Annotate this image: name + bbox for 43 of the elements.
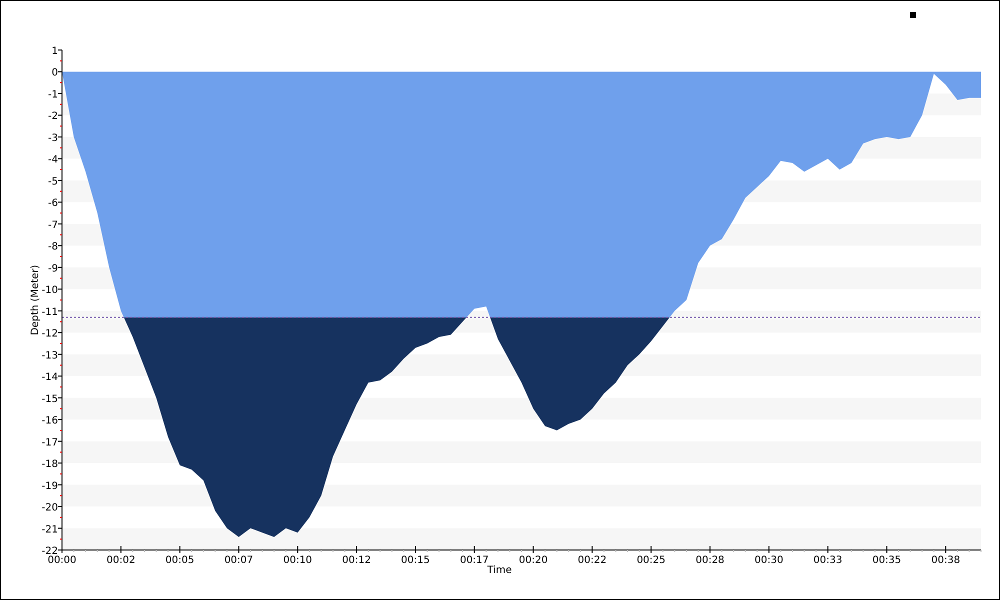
x-tick-label: 00:07 — [224, 555, 254, 566]
legend-marker-icon — [910, 12, 916, 18]
y-tick-label: -7 — [48, 220, 58, 231]
y-tick-label: -17 — [42, 437, 58, 448]
y-tick-label: -18 — [42, 459, 58, 470]
y-tick-label: -20 — [42, 502, 58, 514]
y-tick-label: -3 — [48, 132, 58, 144]
y-tick-label: -21 — [42, 524, 58, 536]
y-tick-label: -15 — [42, 394, 58, 405]
y-tick-label: -5 — [48, 176, 58, 188]
x-tick-label: 00:17 — [460, 555, 489, 566]
x-tick-label: 00:12 — [342, 555, 371, 566]
x-tick-label: 00:35 — [872, 555, 902, 566]
y-tick-label: -2 — [48, 111, 58, 122]
x-tick-label: 00:05 — [165, 555, 194, 566]
x-tick-label: 00:10 — [283, 555, 312, 566]
x-tick-label: 00:38 — [931, 555, 960, 566]
y-tick-label: -6 — [48, 198, 58, 210]
y-tick-label: -22 — [42, 546, 58, 557]
y-tick-label: -14 — [42, 372, 58, 384]
y-tick-label: -9 — [48, 263, 58, 274]
y-tick-label: -10 — [42, 285, 58, 296]
x-tick-label: 00:20 — [518, 555, 548, 566]
x-tick-label: 00:15 — [401, 555, 430, 566]
x-tick-label: 00:00 — [48, 555, 76, 566]
x-tick-label: 00:28 — [696, 555, 724, 566]
y-tick-label: 0 — [52, 68, 58, 79]
y-tick-label: -13 — [42, 350, 58, 362]
y-tick-label: -16 — [42, 416, 58, 427]
y-tick-label: 1 — [52, 46, 58, 57]
x-tick-label: 00:30 — [754, 555, 784, 566]
x-tick-label: 00:22 — [578, 555, 607, 566]
y-tick-label: -11 — [42, 306, 58, 318]
x-tick-label: 00:33 — [813, 555, 842, 566]
x-tick-label: 00:25 — [636, 555, 666, 566]
y-tick-label: -1 — [48, 89, 58, 100]
x-axis-title: Time — [487, 565, 512, 576]
y-tick-label: -12 — [42, 328, 58, 340]
x-tick-label: 00:02 — [106, 555, 136, 566]
y-tick-label: -4 — [48, 154, 58, 166]
y-axis-title: Depth (Meter) — [30, 264, 41, 336]
y-tick-label: -8 — [48, 242, 58, 253]
y-tick-label: -19 — [42, 480, 58, 492]
